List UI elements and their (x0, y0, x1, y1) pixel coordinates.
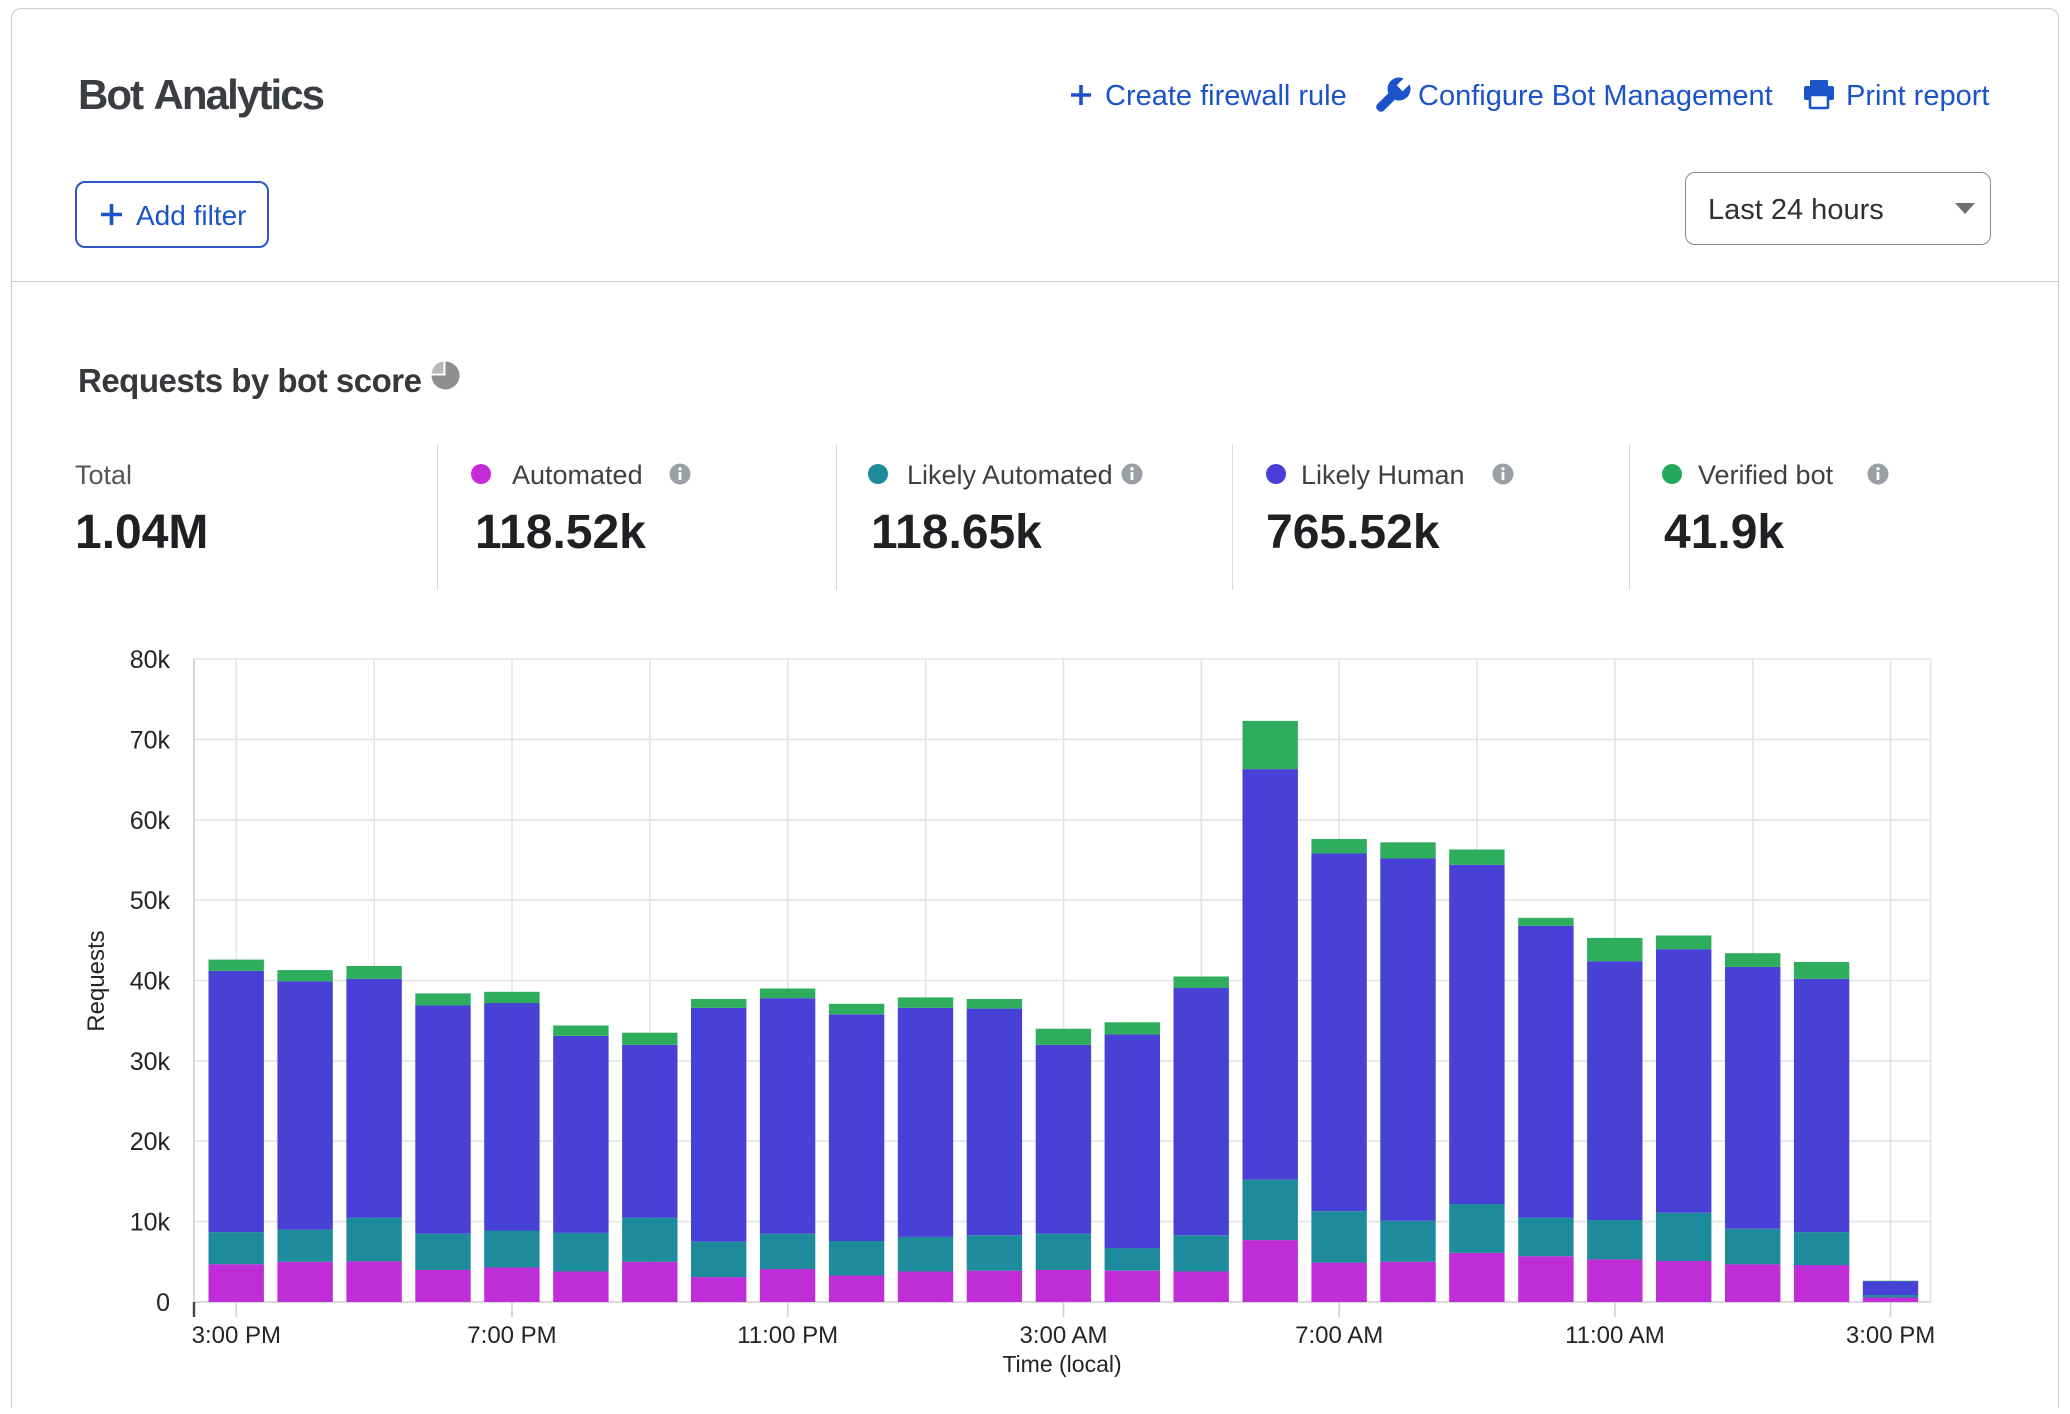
svg-text:3:00 PM: 3:00 PM (192, 1322, 281, 1349)
svg-text:20k: 20k (130, 1128, 171, 1156)
svg-text:30k: 30k (130, 1048, 171, 1076)
svg-text:80k: 80k (130, 646, 171, 674)
svg-text:0: 0 (156, 1289, 170, 1317)
svg-text:40k: 40k (130, 968, 171, 996)
svg-text:3:00 AM: 3:00 AM (1019, 1322, 1107, 1349)
svg-text:11:00 PM: 11:00 PM (737, 1322, 838, 1349)
svg-text:Requests: Requests (83, 930, 110, 1031)
svg-text:70k: 70k (130, 726, 171, 754)
svg-text:11:00 AM: 11:00 AM (1565, 1322, 1665, 1349)
svg-text:10k: 10k (130, 1209, 171, 1237)
svg-text:50k: 50k (130, 887, 171, 915)
svg-text:7:00 AM: 7:00 AM (1295, 1322, 1383, 1349)
svg-text:7:00 PM: 7:00 PM (467, 1322, 556, 1349)
svg-text:3:00 PM: 3:00 PM (1846, 1322, 1935, 1349)
svg-text:Time (local): Time (local) (1002, 1351, 1121, 1377)
svg-text:60k: 60k (130, 807, 171, 835)
